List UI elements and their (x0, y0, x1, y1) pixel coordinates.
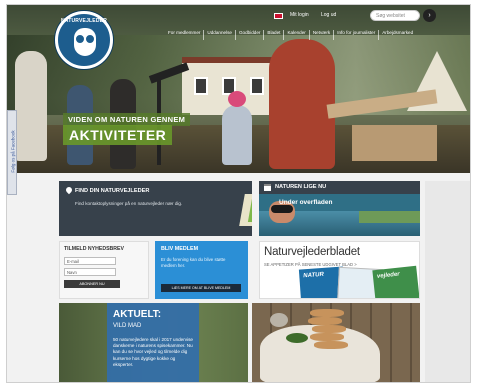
calendar-icon (264, 184, 271, 191)
hero-man (269, 39, 335, 169)
cover-title: NATUR (303, 271, 325, 280)
feature-text: 50 naturvejledere skal i 2017 undervise … (113, 337, 193, 367)
pancake (312, 325, 346, 333)
page-gutter (425, 181, 470, 382)
login-link[interactable]: Mit login (290, 12, 309, 18)
magazine-cover[interactable]: vejleder (372, 265, 419, 298)
house-window (194, 77, 208, 95)
diving-mask (271, 205, 293, 213)
search-input[interactable]: Søg websitet (370, 10, 420, 21)
subscribe-button[interactable]: ABONNER NU (64, 280, 120, 288)
house-window (250, 77, 264, 95)
hero-title: AKTIVITETER (63, 125, 173, 145)
find-guide-heading: FIND DIN NATURVEJLEDER (75, 188, 150, 194)
nav-item[interactable]: Netværk (310, 30, 335, 40)
find-guide-text: Find kontaktoplysninger på en naturvejle… (75, 201, 183, 206)
membership-heading: BLIV MEDLEM (161, 246, 199, 252)
find-guide-box[interactable]: FIND DIN NATURVEJLEDER Find kontaktoplys… (59, 181, 252, 236)
map-icon (239, 194, 252, 226)
nav-item[interactable]: Arbejdsmarked (379, 30, 416, 40)
nav-item[interactable]: Uddannelse (204, 30, 236, 40)
nav-item[interactable]: Godbidder (236, 30, 265, 40)
nature-now-subtitle: Under overfladen (279, 199, 333, 206)
nature-now-box[interactable]: NATUREN LIGE NU Under overfladen (259, 181, 420, 236)
news-feature-box[interactable]: AKTUELT: VILD MAD 50 naturvejledere skal… (59, 303, 248, 382)
pancake (310, 333, 344, 341)
pancake (308, 317, 342, 325)
hero-bench (352, 125, 437, 161)
pancake (314, 341, 348, 349)
logo-text: NATURVEJLEDER (60, 18, 108, 24)
browser-page: Mit login Log ud Søg websitet › For medl… (6, 4, 471, 383)
flag-icon[interactable] (274, 13, 283, 19)
herbs (286, 333, 308, 343)
membership-button[interactable]: LÆS MERE OM AT BLIVE MEDLEM (161, 284, 241, 292)
hero-child (222, 91, 252, 165)
nav-item[interactable]: For medlemmer (165, 30, 205, 40)
feature-subtitle: VILD MAD (113, 323, 142, 329)
nav-item[interactable]: Bladet (264, 30, 285, 40)
search-icon[interactable]: › (423, 9, 436, 22)
magazine-box[interactable]: Naturvejlederbladet SE APPETIZER PÅ SENE… (259, 241, 420, 299)
nav-item[interactable]: Info for journalister (334, 30, 380, 40)
nav-item[interactable]: Kalender (284, 30, 310, 40)
owl-icon (74, 28, 96, 56)
cover-title: vejleder (376, 271, 400, 280)
feature-heading: AKTUELT: (113, 309, 162, 320)
newsletter-heading: TILMELD NYHEDSBREV (64, 246, 124, 252)
email-field[interactable]: E-mail (64, 257, 116, 265)
hero-banner: Mit login Log ud Søg websitet › For medl… (7, 5, 470, 173)
facebook-tab-label: Følg os på Facebook (10, 130, 16, 173)
magazine-heading: Naturvejlederbladet (264, 246, 360, 258)
stone (270, 313, 288, 327)
nature-now-heading: NATUREN LIGE NU (275, 184, 327, 190)
facebook-tab[interactable]: Følg os på Facebook (7, 110, 17, 195)
food-photo[interactable] (252, 303, 420, 382)
membership-box: BLIV MEDLEM Er du forening kan du blive … (155, 241, 248, 299)
logout-link[interactable]: Log ud (321, 12, 336, 18)
pancake (310, 309, 344, 317)
hero-person (15, 51, 47, 161)
main-nav: For medlemmer Uddannelse Godbidder Blade… (165, 30, 416, 40)
newsletter-box: TILMELD NYHEDSBREV E-mail Navn ABONNER N… (59, 241, 149, 299)
name-field[interactable]: Navn (64, 268, 116, 276)
shore-image (359, 211, 420, 223)
location-pin-icon (64, 185, 74, 195)
owl-logo-icon[interactable]: NATURVEJLEDER (55, 11, 113, 69)
membership-text: Er du forening kan du blive støtte medle… (161, 257, 226, 268)
